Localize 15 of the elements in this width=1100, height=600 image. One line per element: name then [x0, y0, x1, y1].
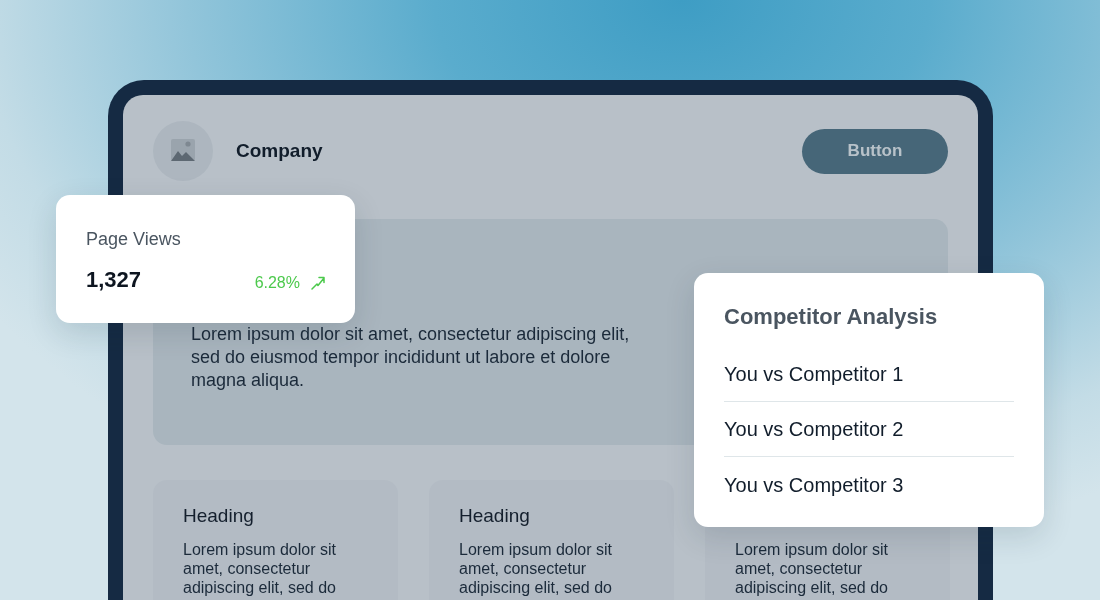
card-paragraph: Lorem ipsum dolor sit amet, consectetur adipiscing elit, sed do	[183, 540, 337, 597]
competitor-link[interactable]: You vs Competitor 1	[724, 361, 904, 387]
card-paragraph: Lorem ipsum dolor sit amet, consectetur adipiscing elit, sed do	[459, 540, 613, 597]
image-icon	[153, 121, 213, 181]
company-name: Company	[236, 140, 323, 162]
stat-value: 1,327	[86, 266, 142, 294]
competitor-link[interactable]: You vs Competitor 3	[724, 471, 904, 498]
card-heading: Heading	[459, 504, 531, 528]
hero-paragraph: Lorem ipsum dolor sit amet, consectetur adipiscing elit, sed do eiusmod tempor incididunt ut labore et dolore magna aliqua.	[191, 323, 631, 392]
card-heading: Heading	[183, 504, 255, 528]
competitor-link[interactable]: You vs Competitor 2	[724, 416, 904, 442]
card-paragraph: Lorem ipsum dolor sit amet, consectetur adipiscing elit, sed do	[735, 540, 889, 597]
change-percent: 6.28%	[254, 272, 300, 293]
competitor-title: Competitor Analysis	[724, 303, 939, 331]
stat-label: Page Views	[86, 228, 182, 251]
